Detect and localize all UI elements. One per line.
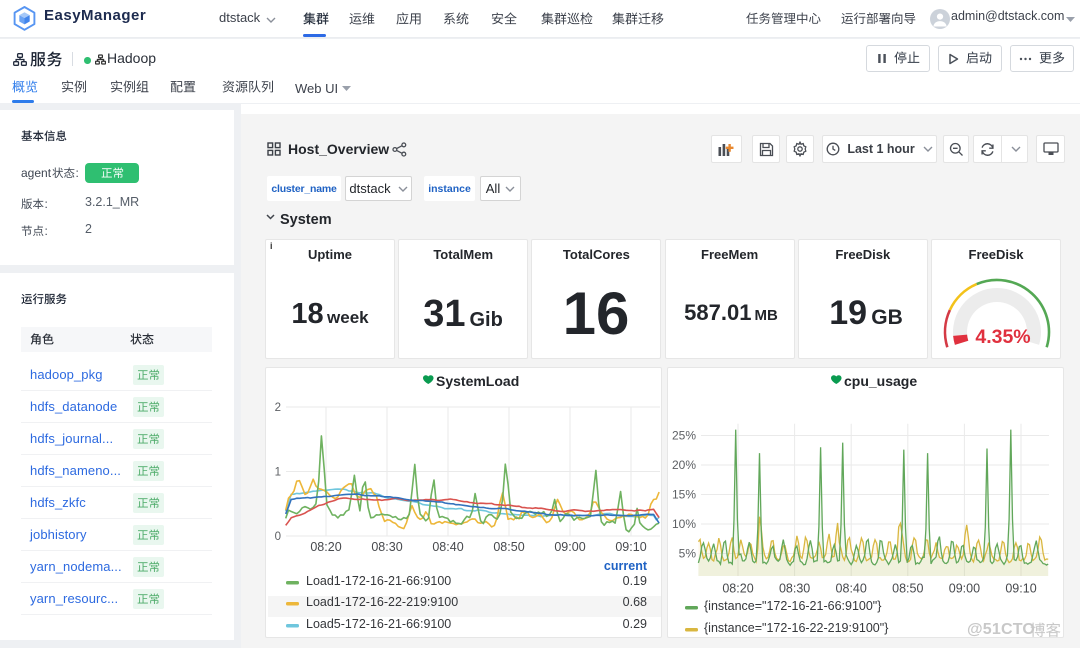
svg-text:Load5-172-16-21-66:9100: Load5-172-16-21-66:9100: [306, 617, 451, 631]
svg-text:08:50: 08:50: [493, 540, 524, 554]
svg-text:09:10: 09:10: [615, 540, 646, 554]
svg-text:Load1-172-16-22-219:9100: Load1-172-16-22-219:9100: [306, 595, 458, 609]
svg-text:08:40: 08:40: [432, 540, 463, 554]
svg-text:08:50: 08:50: [892, 582, 923, 596]
svg-text:25%: 25%: [672, 429, 696, 443]
svg-text:08:30: 08:30: [779, 582, 810, 596]
svg-text:08:20: 08:20: [310, 540, 341, 554]
svg-text:4.35%: 4.35%: [975, 326, 1030, 348]
svg-text:15%: 15%: [672, 488, 696, 502]
svg-text:Load1-172-16-21-66:9100: Load1-172-16-21-66:9100: [306, 574, 451, 588]
svg-text:09:00: 09:00: [949, 582, 980, 596]
svg-text:08:20: 08:20: [722, 582, 753, 596]
svg-text:1: 1: [275, 467, 281, 479]
svg-text:0.68: 0.68: [623, 595, 647, 609]
svg-text:SystemLoad: SystemLoad: [436, 373, 519, 389]
svg-text:2: 2: [275, 402, 281, 414]
svg-text:0.19: 0.19: [623, 574, 647, 588]
svg-text:10%: 10%: [672, 517, 696, 531]
svg-text:{instance="172-16-21-66:9100"}: {instance="172-16-21-66:9100"}: [704, 599, 881, 613]
svg-text:20%: 20%: [672, 458, 696, 472]
svg-text:09:10: 09:10: [1005, 582, 1036, 596]
svg-text:cpu_usage: cpu_usage: [844, 373, 917, 389]
svg-text:{instance="172-16-22-219:9100": {instance="172-16-22-219:9100"}: [704, 621, 888, 635]
svg-text:5%: 5%: [679, 547, 697, 561]
svg-text:current: current: [604, 559, 648, 573]
svg-text:0.29: 0.29: [623, 617, 647, 631]
svg-text:0: 0: [275, 531, 281, 543]
svg-text:09:00: 09:00: [554, 540, 585, 554]
svg-text:08:30: 08:30: [371, 540, 402, 554]
svg-text:08:40: 08:40: [836, 582, 867, 596]
